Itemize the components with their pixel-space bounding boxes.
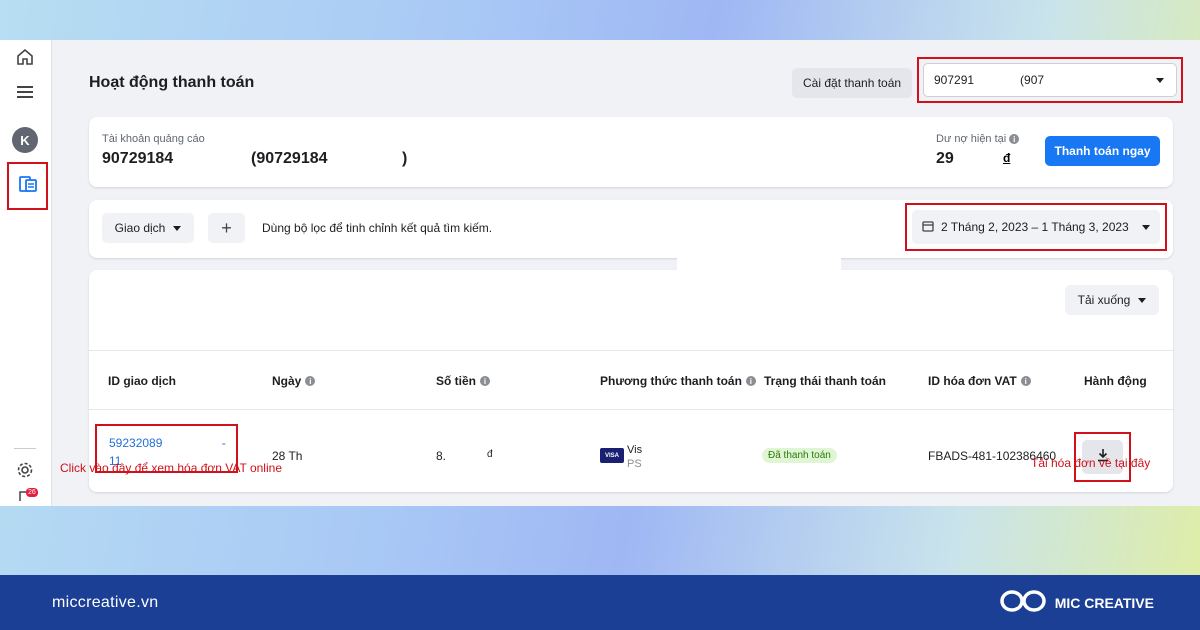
col-header-transaction-id: ID giao dịch (108, 374, 177, 388)
brand-name: MIC CREATIVE (1054, 594, 1154, 611)
screenshot-panel: K 26 Hoạt động thanh toán Cài đặt thanh … (0, 40, 1200, 506)
sidebar-divider (14, 448, 36, 449)
account-dropdown[interactable]: 907291 (907 (923, 63, 1177, 97)
date-highlight-box: 2 Tháng 2, 2023 – 1 Tháng 3, 2023 (905, 203, 1167, 251)
col-header-payment-status: Trạng thái thanh toán (764, 374, 886, 388)
download-label: Tải xuống (1077, 293, 1131, 307)
account-highlight-box: 907291 (907 (917, 57, 1183, 103)
balance-currency: đ (1003, 151, 1011, 165)
transaction-filter-dropdown[interactable]: Giao dịch (102, 213, 194, 243)
redaction-mask (677, 255, 841, 327)
payment-settings-button[interactable]: Cài đặt thanh toán (792, 68, 913, 98)
billing-icon[interactable] (18, 174, 38, 199)
info-icon[interactable]: i (745, 376, 756, 386)
ad-account-name: (90729184 (251, 150, 328, 167)
avatar[interactable]: K (12, 127, 38, 153)
account-dropdown-name: (907 (1020, 73, 1045, 87)
download-dropdown[interactable]: Tải xuống (1065, 285, 1159, 315)
chevron-down-icon (1142, 224, 1150, 230)
account-summary-card: Tài khoản quảng cáo 90729184 (90729184 )… (89, 117, 1173, 187)
note-download-invoice: Tải hóa đơn về tại đây (1031, 456, 1151, 470)
transaction-amount-currency: đ (487, 449, 493, 460)
date-range-dropdown[interactable]: 2 Tháng 2, 2023 – 1 Tháng 3, 2023 (912, 210, 1160, 244)
note-view-vat-online: Click vào đây để xem hóa đơn VAT online (60, 461, 282, 475)
info-icon[interactable]: i (1020, 376, 1031, 386)
menu-icon[interactable] (14, 81, 36, 103)
transactions-table-card: Tải xuống ID giao dịch Ngày i Số tiền i Ph… (89, 270, 1173, 492)
home-icon[interactable] (14, 46, 36, 68)
table-header: ID giao dịch Ngày i Số tiền i Phương thức … (89, 350, 1173, 410)
notification-badge: 26 (26, 488, 38, 497)
info-icon[interactable]: i (305, 376, 316, 386)
col-header-date: Ngày i (272, 374, 316, 388)
visa-card-icon: VISA (600, 448, 624, 463)
calendar-icon (922, 220, 934, 235)
filter-hint: Dùng bộ lọc để tinh chỉnh kết quả tìm ki… (262, 221, 493, 235)
left-sidebar: K 26 (0, 40, 52, 506)
transaction-filter-label: Giao dịch (114, 221, 166, 235)
filter-card: Giao dịch + Dùng bộ lọc để tinh chỉnh kế… (89, 200, 1173, 258)
chevron-down-icon (173, 225, 182, 231)
balance-value: 29 (936, 150, 954, 167)
col-header-payment-method: Phương thức thanh toán i (600, 374, 756, 388)
info-icon[interactable]: i (1009, 134, 1020, 144)
ad-account-id: 90729184 (102, 150, 174, 167)
account-dropdown-id: 907291 (934, 73, 975, 87)
col-header-amount: Số tiền i (436, 374, 491, 388)
balance-label: Dư nợ hiện tại (936, 133, 1007, 145)
page-title: Hoạt động thanh toán (89, 74, 255, 91)
brand-logo: MIC CREATIVE (999, 588, 1154, 617)
chevron-down-icon (1138, 297, 1147, 303)
col-header-vat-invoice-id: ID hóa đơn VAT i (928, 374, 1031, 388)
pay-now-button[interactable]: Thanh toán ngay (1045, 136, 1160, 166)
add-filter-button[interactable]: + (208, 213, 245, 243)
ad-account-name-close: ) (402, 150, 408, 167)
status-badge: Đã thanh toán (762, 448, 837, 463)
info-icon[interactable]: i (480, 376, 491, 386)
payment-method-text: Vis PS (627, 444, 643, 470)
ad-account-label: Tài khoản quảng cáo (102, 133, 205, 145)
balance-label-wrap: Dư nợ hiện tại i (936, 133, 1020, 145)
footer-banner: miccreative.vn MIC CREATIVE (0, 575, 1200, 630)
billing-highlight-box (7, 162, 48, 210)
settings-gear-icon[interactable] (14, 459, 36, 481)
date-range-label: 2 Tháng 2, 2023 – 1 Tháng 3, 2023 (941, 220, 1129, 234)
col-header-actions: Hành động (1084, 374, 1147, 388)
infinity-logo-icon (999, 588, 1047, 617)
transaction-amount: 8. (436, 449, 447, 463)
chevron-down-icon (1156, 78, 1164, 83)
footer-url[interactable]: miccreative.vn (52, 594, 158, 612)
